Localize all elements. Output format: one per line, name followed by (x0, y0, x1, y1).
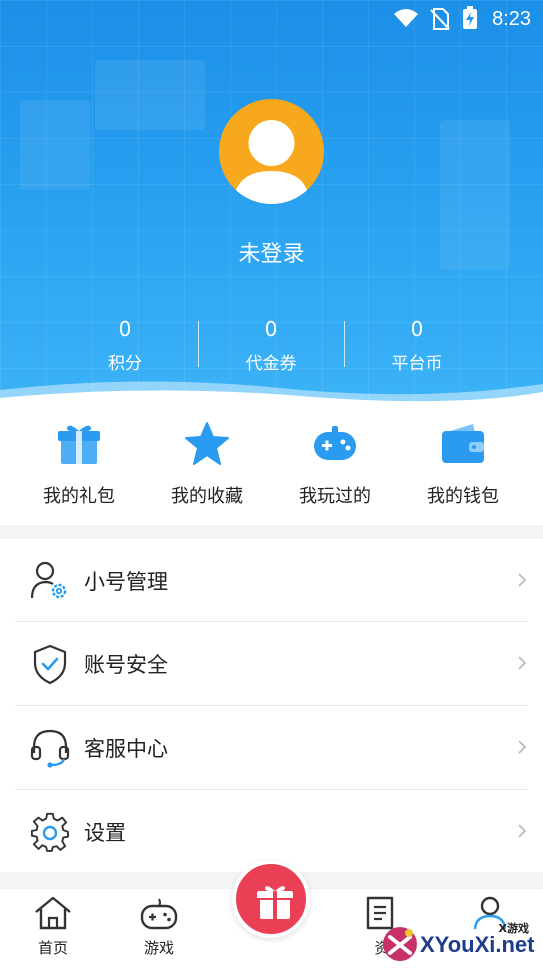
menu-item-label: 客服中心 (84, 737, 168, 761)
nav-home[interactable]: 首页 (13, 895, 93, 958)
home-icon (35, 896, 71, 930)
stat-label: 积分 (108, 354, 142, 374)
stat-label: 平台币 (391, 354, 443, 374)
default-user-icon (233, 120, 310, 204)
quick-actions: 我的礼包 我的收藏 我玩过的 我的钱包 (0, 405, 543, 525)
stat-value: 0 (118, 317, 132, 341)
avatar[interactable] (219, 99, 324, 204)
shield-check-icon (33, 644, 67, 685)
chevron-right-icon (518, 740, 527, 754)
wifi-icon (394, 9, 418, 27)
stat-points[interactable]: 0 积分 (40, 315, 210, 374)
no-sim-icon (430, 8, 450, 30)
gift-icon (257, 886, 293, 919)
star-icon (185, 422, 229, 465)
nav-games[interactable]: 游戏 (119, 895, 199, 958)
quick-action-gifts[interactable]: 我的礼包 (14, 420, 144, 508)
watermark-main-text: XYouXi.net (420, 932, 535, 957)
quick-action-played[interactable]: 我玩过的 (270, 420, 400, 508)
nav-label: 游戏 (143, 939, 174, 957)
menu-item-customer-service[interactable]: 客服中心 (0, 706, 543, 789)
settings-menu: 小号管理 账号安全 客服中心 设置 (0, 539, 543, 872)
gear-icon (30, 812, 69, 852)
stat-platform-coins[interactable]: 0 平台币 (332, 315, 502, 374)
quick-action-label: 我的收藏 (171, 486, 243, 507)
controller-icon (140, 898, 178, 930)
login-status[interactable]: 未登录 (0, 236, 543, 268)
status-time: 8:23 (492, 8, 531, 30)
chevron-right-icon (518, 824, 527, 838)
profile-header: 8:23 未登录 0 积分 0 代金券 0 平台币 (0, 0, 543, 405)
battery-charging-icon (463, 6, 477, 29)
header-decoration (20, 100, 90, 190)
gamepad-icon (314, 426, 356, 460)
menu-item-label: 小号管理 (84, 570, 168, 594)
stat-coupons[interactable]: 0 代金券 (186, 315, 356, 374)
menu-item-account-security[interactable]: 账号安全 (0, 622, 543, 705)
stat-value: 0 (410, 317, 424, 341)
watermark: X游戏 XYouXi.net (374, 912, 543, 972)
header-decoration (95, 60, 205, 130)
watermark-logo-icon (383, 927, 417, 961)
chevron-right-icon (518, 656, 527, 670)
header-wave (0, 381, 543, 405)
stat-value: 0 (264, 317, 278, 341)
stat-label: 代金券 (245, 354, 297, 374)
center-gift-button[interactable] (232, 860, 310, 938)
stats-row: 0 积分 0 代金券 0 平台币 (0, 315, 543, 375)
account-settings-icon (30, 561, 67, 599)
quick-action-label: 我玩过的 (299, 486, 371, 507)
chevron-right-icon (518, 573, 527, 587)
menu-item-sub-accounts[interactable]: 小号管理 (0, 539, 543, 622)
quick-action-label: 我的礼包 (43, 486, 115, 507)
quick-action-wallet[interactable]: 我的钱包 (398, 420, 528, 508)
headset-icon (30, 729, 70, 768)
nav-label: 首页 (37, 939, 68, 957)
gift-icon (58, 425, 100, 464)
wallet-icon (442, 424, 484, 463)
menu-item-label: 设置 (84, 821, 126, 845)
quick-action-favorites[interactable]: 我的收藏 (142, 420, 272, 508)
menu-item-label: 账号安全 (84, 653, 168, 677)
status-bar: 8:23 (0, 0, 543, 38)
quick-action-label: 我的钱包 (427, 486, 499, 507)
